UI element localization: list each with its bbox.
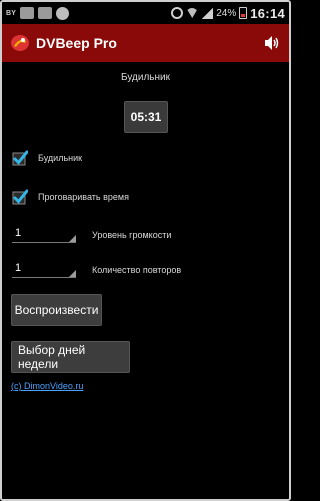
repeats-label: Количество повторов	[92, 265, 182, 275]
volume-spinner[interactable]: 1	[12, 227, 76, 243]
volume-row: 1 Уровень громкости	[12, 227, 282, 243]
play-button[interactable]: Воспроизвести	[11, 294, 102, 326]
status-bar-left: BY	[6, 6, 70, 20]
weekdays-button[interactable]: Выбор дней недели	[11, 341, 130, 373]
volume-label: Уровень громкости	[92, 230, 172, 240]
battery-icon	[239, 7, 248, 19]
alarm-section-title: Будильник	[121, 72, 170, 83]
status-tag: BY	[6, 9, 17, 17]
battery-percent: 24%	[216, 7, 237, 19]
repeats-value: 1	[15, 262, 22, 274]
status-bar: BY 24% 16:14	[2, 2, 289, 24]
speaker-icon[interactable]	[263, 34, 281, 52]
app-title: DVBeep Pro	[36, 35, 117, 51]
alarm-enabled-row[interactable]: Будильник	[12, 150, 82, 166]
alarm-enabled-checkbox[interactable]	[12, 150, 28, 166]
alarm-enabled-label: Будильник	[38, 153, 83, 163]
alarm-clock-icon	[171, 7, 184, 19]
dropdown-triangle-icon	[69, 270, 76, 277]
app-logo-icon	[10, 33, 30, 53]
notification-gallery-icon	[38, 7, 53, 19]
repeats-row: 1 Количество повторов	[12, 262, 282, 278]
phone-frame: BY 24% 16:14 DVBeep Pro Будильник 05:31 …	[0, 0, 291, 501]
notification-image-icon	[20, 7, 35, 19]
wifi-icon	[186, 8, 199, 18]
main-content: Будильник 05:31 Будильник Проговаривать …	[2, 62, 289, 499]
speak-time-label: Проговаривать время	[38, 192, 129, 202]
speak-time-checkbox[interactable]	[12, 189, 28, 205]
notification-gear-icon	[56, 6, 70, 20]
repeats-spinner[interactable]: 1	[12, 262, 76, 278]
status-time: 16:14	[250, 5, 285, 21]
copyright-link[interactable]: (c) DimonVideo.ru	[11, 381, 83, 391]
dropdown-triangle-icon	[69, 235, 76, 242]
volume-value: 1	[15, 227, 22, 239]
speak-time-row[interactable]: Проговаривать время	[12, 189, 129, 205]
signal-icon	[201, 7, 214, 19]
status-bar-right: 24% 16:14	[171, 6, 285, 21]
action-bar: DVBeep Pro	[2, 24, 289, 62]
alarm-time-button[interactable]: 05:31	[124, 101, 168, 133]
